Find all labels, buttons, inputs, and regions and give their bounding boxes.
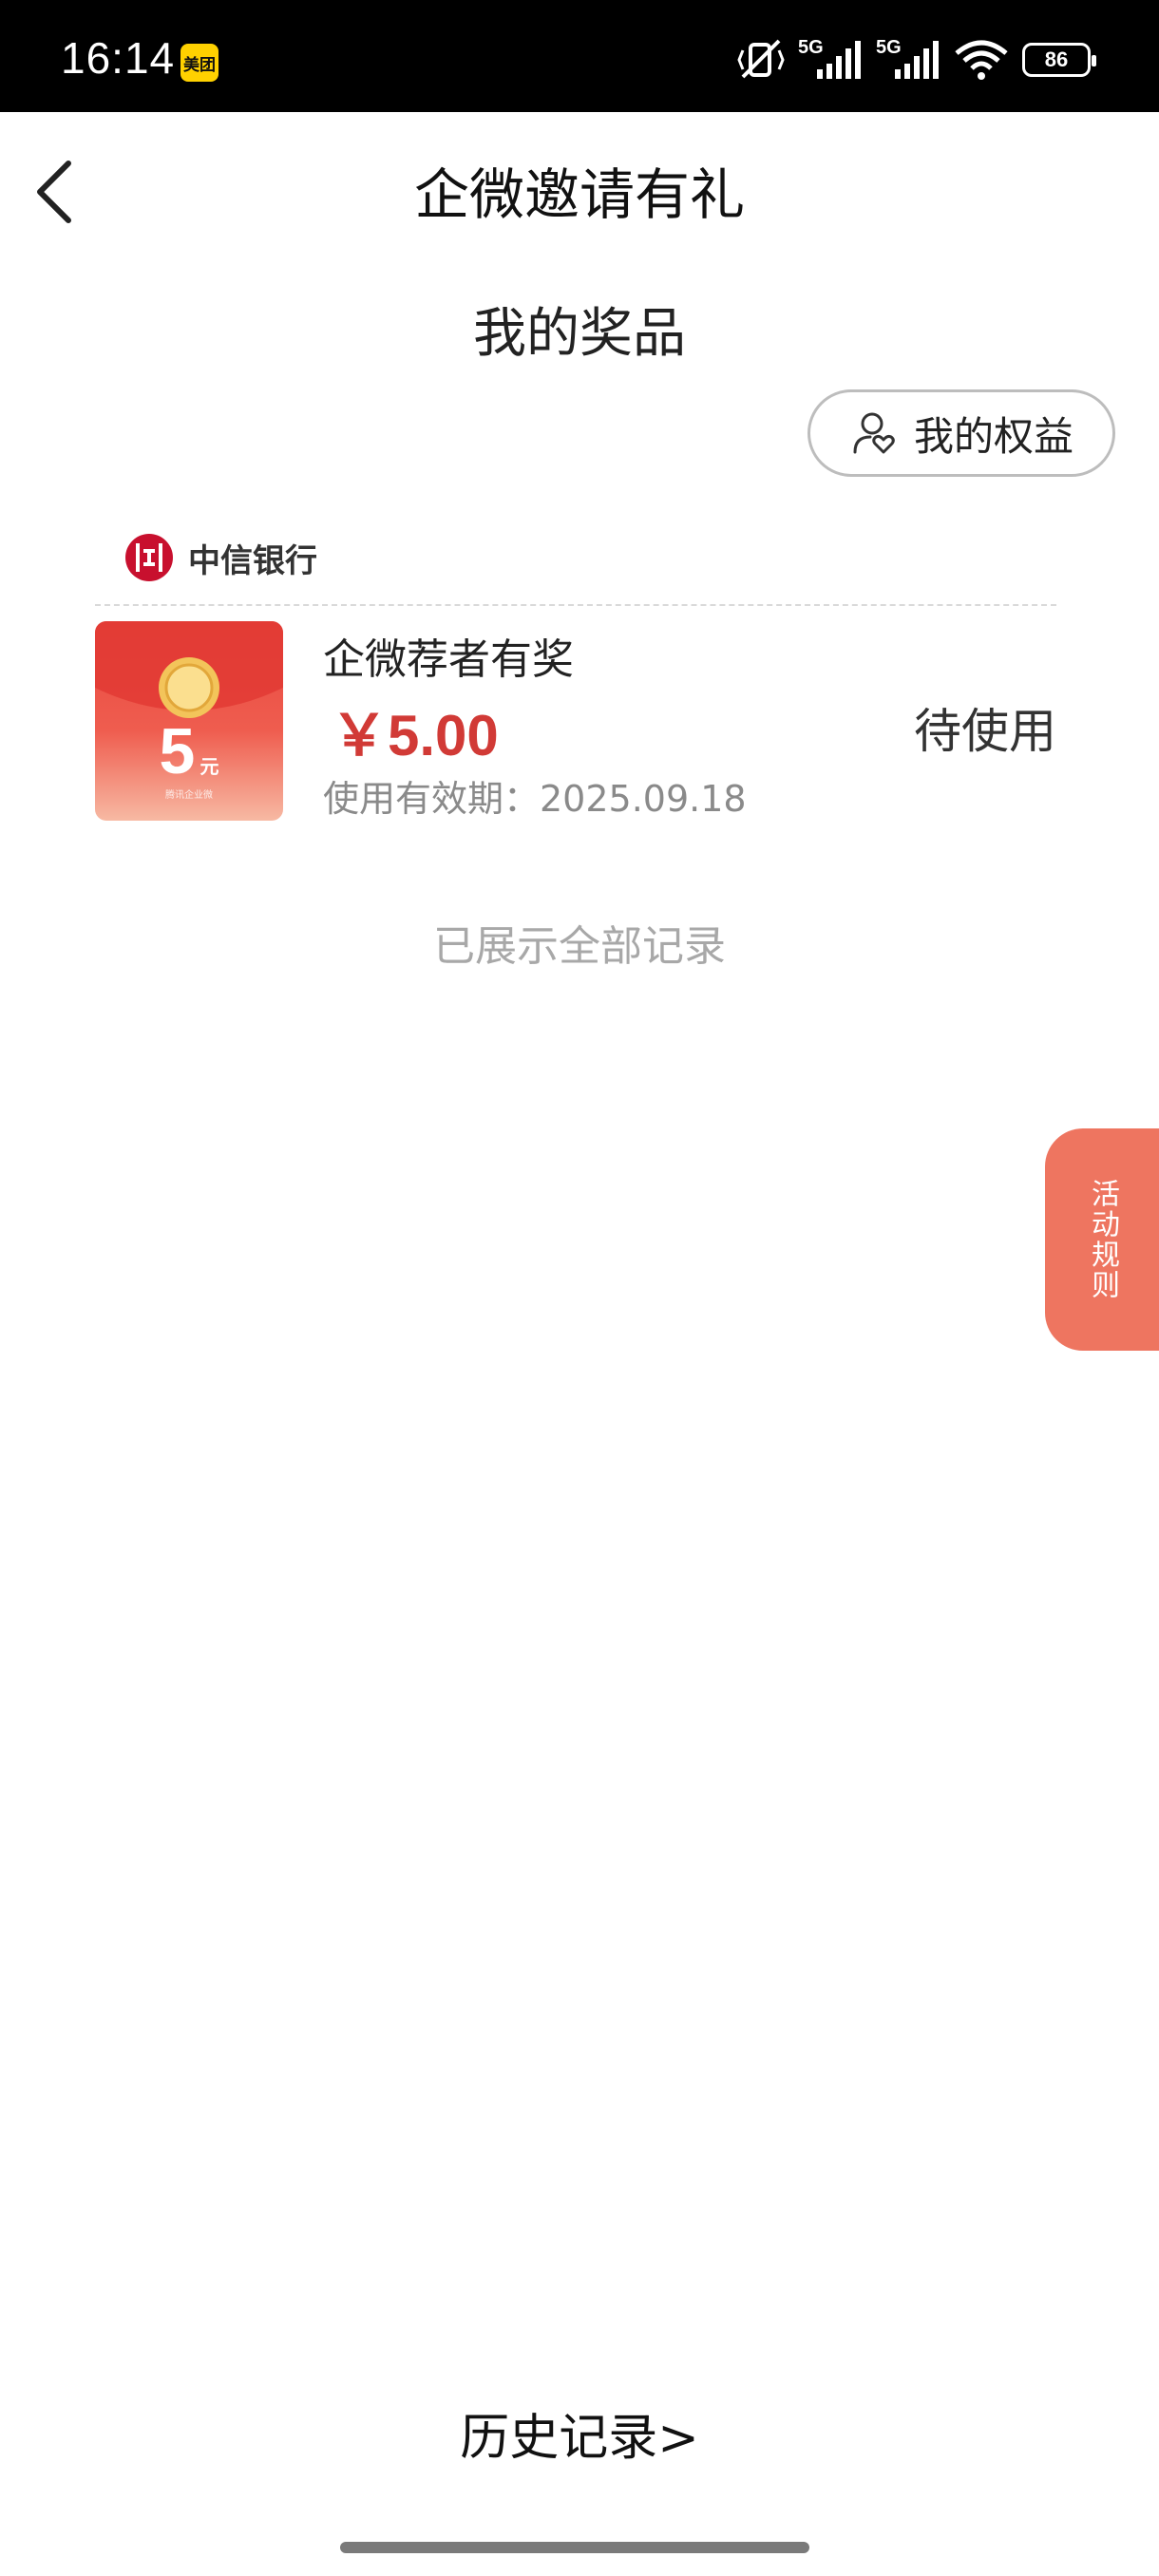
prize-item[interactable]: 5 元 腾讯企业微 企微荐者有奖 ￥5.00 使用有效期：2025.09.18 … [95, 619, 1056, 828]
battery-level: 86 [1044, 47, 1069, 71]
prize-name: 企微荐者有奖 [323, 635, 574, 684]
status-time: 16:14 [61, 33, 176, 83]
all-records-shown-text: 已展示全部记录 [433, 922, 726, 971]
page: 16:14 美团 5G 5G 86 企微邀请有礼 我的奖品 我的权益 中信银行 … [0, 0, 1159, 2576]
status-bar: 16:14 美团 5G 5G 86 [0, 0, 1159, 112]
bank-header: 中信银行 [124, 532, 317, 583]
envelope-caption: 腾讯企业微 [165, 790, 213, 801]
cellular-signal-2: 5G [876, 37, 940, 83]
envelope-unit: 元 [200, 755, 219, 778]
citic-bank-logo [125, 534, 173, 581]
cellular-signal-1: 5G [798, 37, 863, 83]
signal-bars-icon [895, 41, 939, 79]
activity-rules-tab[interactable]: 活动规则 [1045, 1128, 1159, 1351]
status-icons: 5G 5G 86 [737, 36, 1096, 84]
signal-bars-icon [817, 41, 861, 79]
user-heart-icon [853, 412, 895, 454]
divider [95, 604, 1056, 606]
home-indicator[interactable] [340, 2542, 809, 2553]
prize-expiry: 使用有效期：2025.09.18 [323, 778, 747, 820]
bank-name: 中信银行 [188, 541, 317, 580]
envelope-value: 5 [159, 715, 196, 787]
vibrate-off-icon [737, 39, 785, 79]
history-records-link[interactable]: 历史记录> [0, 2397, 1159, 2469]
wifi-icon [955, 40, 1008, 80]
red-envelope-image: 5 元 腾讯企业微 [95, 621, 283, 821]
meituan-app-icon: 美团 [180, 44, 218, 82]
my-benefits-label: 我的权益 [913, 412, 1074, 460]
my-benefits-button[interactable]: 我的权益 [808, 389, 1115, 477]
section-title: 我的奖品 [473, 303, 686, 365]
envelope-value-group: 5 元 [95, 714, 283, 788]
activity-rules-label: 活动规则 [1086, 1179, 1119, 1300]
battery-icon: 86 [1022, 43, 1096, 77]
prize-status[interactable]: 待使用 [914, 693, 1056, 762]
prize-amount: ￥5.00 [331, 704, 499, 767]
page-title: 企微邀请有礼 [413, 162, 745, 227]
